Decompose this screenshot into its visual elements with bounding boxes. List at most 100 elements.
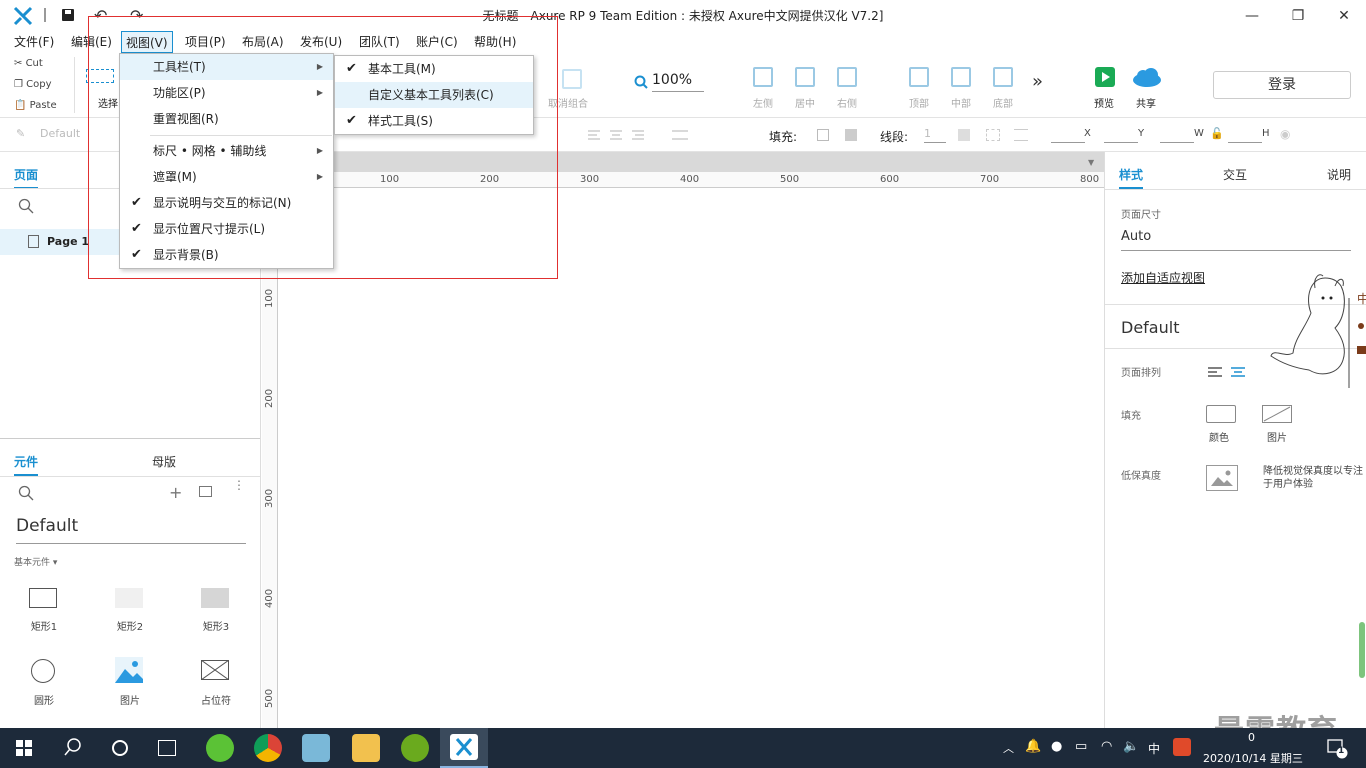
page-item[interactable]: Page 1 — [0, 229, 120, 255]
library-select[interactable]: Default — [16, 516, 246, 544]
minimize-button[interactable]: — — [1242, 6, 1262, 26]
w-input[interactable] — [1160, 127, 1194, 143]
right-scrollbar[interactable] — [1359, 622, 1365, 678]
canvas-area[interactable]: ▼ 100 200 300 400 500 600 700 800 100 20… — [262, 152, 1104, 728]
library-options-icon[interactable]: ⋮ — [233, 479, 245, 491]
ungroup-icon[interactable] — [562, 69, 582, 89]
add-library-icon[interactable]: + — [169, 483, 182, 502]
arrow-style-icon[interactable] — [1014, 129, 1028, 141]
library-manage-icon[interactable] — [199, 486, 212, 497]
tab-masters[interactable]: 母版 — [152, 453, 176, 470]
tab-style[interactable]: 样式 — [1119, 166, 1144, 189]
menu-help[interactable]: 帮助(H) — [472, 31, 518, 53]
fill-color-icon[interactable] — [1206, 405, 1236, 423]
tab-interactions[interactable]: 交互 — [1223, 166, 1247, 183]
stroke-width-input[interactable]: 1 — [924, 127, 946, 143]
placeholder-widget-icon[interactable] — [200, 659, 230, 681]
align-right-icon[interactable] — [837, 67, 857, 87]
axure-taskbar-item[interactable] — [440, 728, 488, 768]
tab-pages[interactable]: 页面 — [14, 166, 39, 189]
clock-time[interactable]: 0 — [1248, 731, 1255, 744]
widgets-search-icon[interactable] — [18, 485, 34, 501]
copy-button[interactable]: ❐ Copy — [14, 79, 52, 90]
rectangle2-widget-icon[interactable] — [115, 588, 143, 608]
align-bottom-icon[interactable] — [993, 67, 1013, 87]
chrome-icon[interactable] — [254, 734, 282, 762]
clock-date[interactable]: 2020/10/14 星期三 — [1203, 750, 1303, 766]
rectangle3-widget-icon[interactable] — [201, 588, 229, 608]
cortana-icon[interactable] — [112, 740, 128, 756]
app-icon[interactable] — [302, 734, 330, 762]
menu-item-show-size-hints[interactable]: ✔ 显示位置尺寸提示(L) — [120, 216, 333, 242]
browser-360-icon[interactable] — [206, 734, 234, 762]
fill-shadow-swatch[interactable] — [845, 129, 857, 141]
windows-start-icon[interactable] — [16, 740, 32, 756]
stroke-pattern-icon[interactable] — [986, 129, 1000, 141]
align-center-page-icon[interactable] — [1231, 366, 1245, 377]
tray-expand-icon[interactable]: ︿ — [1003, 740, 1014, 756]
menu-item-show-note-markers[interactable]: ✔ 显示说明与交互的标记(N) — [120, 190, 333, 216]
notification-bell-icon[interactable]: 🔔 — [1025, 739, 1041, 754]
align-middle-icon[interactable] — [951, 67, 971, 87]
app-green-icon[interactable] — [401, 734, 429, 762]
panel-splitter[interactable] — [0, 438, 260, 439]
align-left-icon[interactable] — [753, 67, 773, 87]
maximize-button[interactable]: ❐ — [1288, 6, 1308, 26]
close-button[interactable]: ✕ — [1334, 6, 1354, 26]
add-adaptive-view-link[interactable]: 添加自适应视图 — [1121, 269, 1205, 286]
ime-indicator[interactable]: 中 — [1148, 740, 1160, 757]
taskbar-search-icon[interactable] — [64, 738, 82, 756]
zoom-select[interactable]: 100% — [652, 72, 704, 92]
lock-icon[interactable]: 🔓 — [1210, 127, 1224, 140]
menu-account[interactable]: 账户(C) — [414, 31, 460, 53]
menu-file[interactable]: 文件(F) — [12, 31, 56, 53]
preview-icon[interactable] — [1095, 67, 1115, 87]
menu-edit[interactable]: 编辑(E) — [69, 31, 114, 53]
menu-item-ribbon[interactable]: 功能区(P) ▶ — [120, 80, 333, 106]
y-input[interactable] — [1104, 127, 1138, 143]
menu-item-toolbar[interactable]: 工具栏(T) ▶ — [120, 54, 333, 80]
menu-publish[interactable]: 发布(U) — [298, 31, 344, 53]
login-button[interactable]: 登录 — [1213, 71, 1351, 99]
menu-item-show-background[interactable]: ✔ 显示背景(B) — [120, 242, 333, 268]
circle-widget-icon[interactable] — [31, 659, 55, 683]
fill-image-icon[interactable] — [1262, 405, 1292, 423]
visibility-eye-icon[interactable]: ◉ — [1280, 127, 1290, 141]
menu-item-rulers-grid-guides[interactable]: 标尺 • 网格 • 辅助线 ▶ — [120, 138, 333, 164]
category-toggle[interactable]: 基本元件 ▾ — [14, 555, 57, 568]
align-center-icon[interactable] — [795, 67, 815, 87]
file-explorer-icon[interactable] — [352, 734, 380, 762]
page-style-name[interactable]: Default — [1121, 318, 1179, 337]
menu-item-reset-view[interactable]: 重置视图(R) — [120, 106, 333, 132]
tab-widgets[interactable]: 元件 — [14, 453, 39, 476]
submenu-item-customize-tools[interactable]: 自定义基本工具列表(C) — [335, 82, 533, 108]
x-input[interactable] — [1051, 127, 1085, 143]
sogou-input-icon[interactable] — [1173, 738, 1191, 756]
image-widget-icon[interactable] — [115, 657, 143, 683]
action-center-icon[interactable] — [1326, 737, 1348, 759]
paste-button[interactable]: 📋 Paste — [14, 100, 57, 111]
menu-view[interactable]: 视图(V) — [121, 31, 173, 53]
menu-project[interactable]: 项目(P) — [183, 31, 228, 53]
align-left-page-icon[interactable] — [1208, 366, 1222, 377]
fill-color-swatch[interactable] — [817, 129, 829, 141]
task-view-icon[interactable] — [158, 740, 176, 756]
align-top-icon[interactable] — [909, 67, 929, 87]
style-name[interactable]: Default — [40, 127, 80, 140]
select-icon[interactable] — [86, 69, 114, 83]
qq-icon[interactable]: ● — [1051, 739, 1062, 754]
more-tools-button[interactable]: » — [1032, 71, 1043, 92]
submenu-item-basic-tools[interactable]: ✔ 基本工具(M) — [335, 56, 533, 82]
h-input[interactable] — [1228, 127, 1262, 143]
rectangle1-widget-icon[interactable] — [29, 588, 57, 608]
stroke-color-swatch[interactable] — [958, 129, 970, 141]
low-fidelity-toggle-icon[interactable] — [1206, 465, 1238, 491]
battery-icon[interactable]: ▭ — [1075, 739, 1087, 754]
ruler-collapse-icon[interactable]: ▼ — [1088, 158, 1094, 167]
text-align-icons[interactable] — [588, 128, 688, 142]
page-size-select[interactable]: Auto — [1121, 229, 1351, 251]
cut-button[interactable]: ✂ Cut — [14, 58, 43, 69]
menu-team[interactable]: 团队(T) — [357, 31, 402, 53]
submenu-item-style-tools[interactable]: ✔ 样式工具(S) — [335, 108, 533, 134]
menu-layout[interactable]: 布局(A) — [240, 31, 286, 53]
